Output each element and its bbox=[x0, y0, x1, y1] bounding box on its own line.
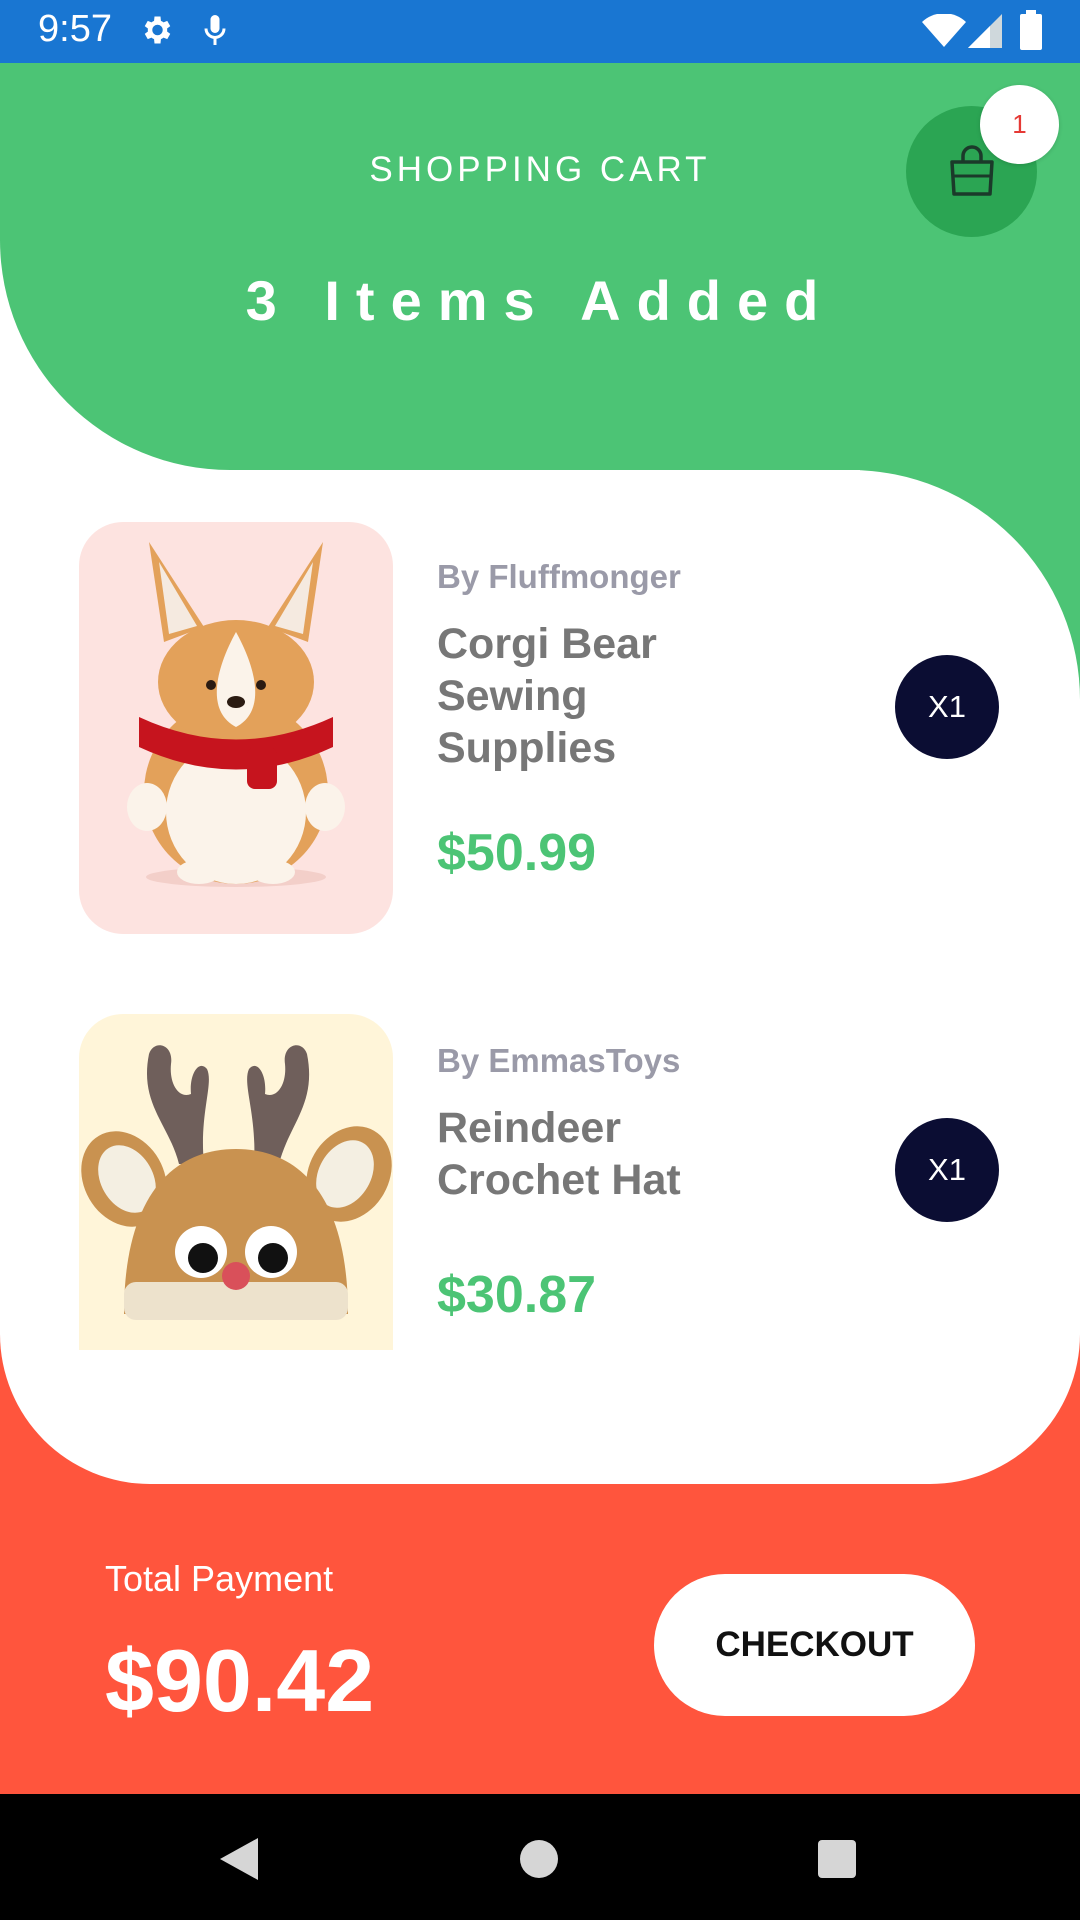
header-background bbox=[0, 63, 1080, 470]
shopping-bag-icon bbox=[950, 145, 994, 196]
home-button[interactable] bbox=[480, 1794, 600, 1920]
item-seller: By Fluffmonger bbox=[437, 558, 681, 595]
cart-item[interactable]: By Fluffmonger Corgi Bear Sewing Supplie… bbox=[0, 520, 1080, 940]
total-payment-label: Total Payment bbox=[105, 1558, 334, 1599]
signal-icon bbox=[968, 14, 1002, 53]
cart-badge: 1 bbox=[980, 85, 1059, 164]
quantity-badge[interactable]: X1 bbox=[895, 655, 999, 759]
gear-icon bbox=[138, 12, 174, 53]
wifi-icon bbox=[922, 13, 966, 53]
back-icon bbox=[220, 1838, 258, 1880]
cart-item[interactable]: By EmmasToys Reindeer Crochet Hat $30.87… bbox=[0, 1012, 1080, 1352]
status-bar: 9:57 bbox=[0, 0, 1080, 63]
mic-icon bbox=[200, 12, 230, 53]
total-payment-value: $90.42 bbox=[105, 1631, 375, 1730]
item-name: Reindeer Crochet Hat bbox=[437, 1104, 681, 1204]
item-name: Corgi Bear Sewing Supplies bbox=[437, 620, 657, 772]
recents-button[interactable] bbox=[778, 1794, 898, 1920]
quantity-badge[interactable]: X1 bbox=[895, 1118, 999, 1222]
checkout-button[interactable]: CHECKOUT bbox=[654, 1574, 975, 1716]
item-price: $30.87 bbox=[437, 1266, 597, 1324]
reindeer-hat-image bbox=[79, 1014, 393, 1350]
corgi-bear-image bbox=[79, 522, 393, 934]
battery-icon bbox=[1020, 10, 1042, 55]
item-price: $50.99 bbox=[437, 824, 597, 882]
navigation-bar bbox=[0, 1794, 1080, 1920]
home-icon bbox=[520, 1840, 558, 1878]
recents-icon bbox=[818, 1840, 856, 1878]
status-time: 9:57 bbox=[38, 8, 112, 50]
items-added-count: 3 Items Added bbox=[245, 269, 835, 332]
item-seller: By EmmasToys bbox=[437, 1042, 681, 1079]
back-button[interactable] bbox=[180, 1794, 300, 1920]
